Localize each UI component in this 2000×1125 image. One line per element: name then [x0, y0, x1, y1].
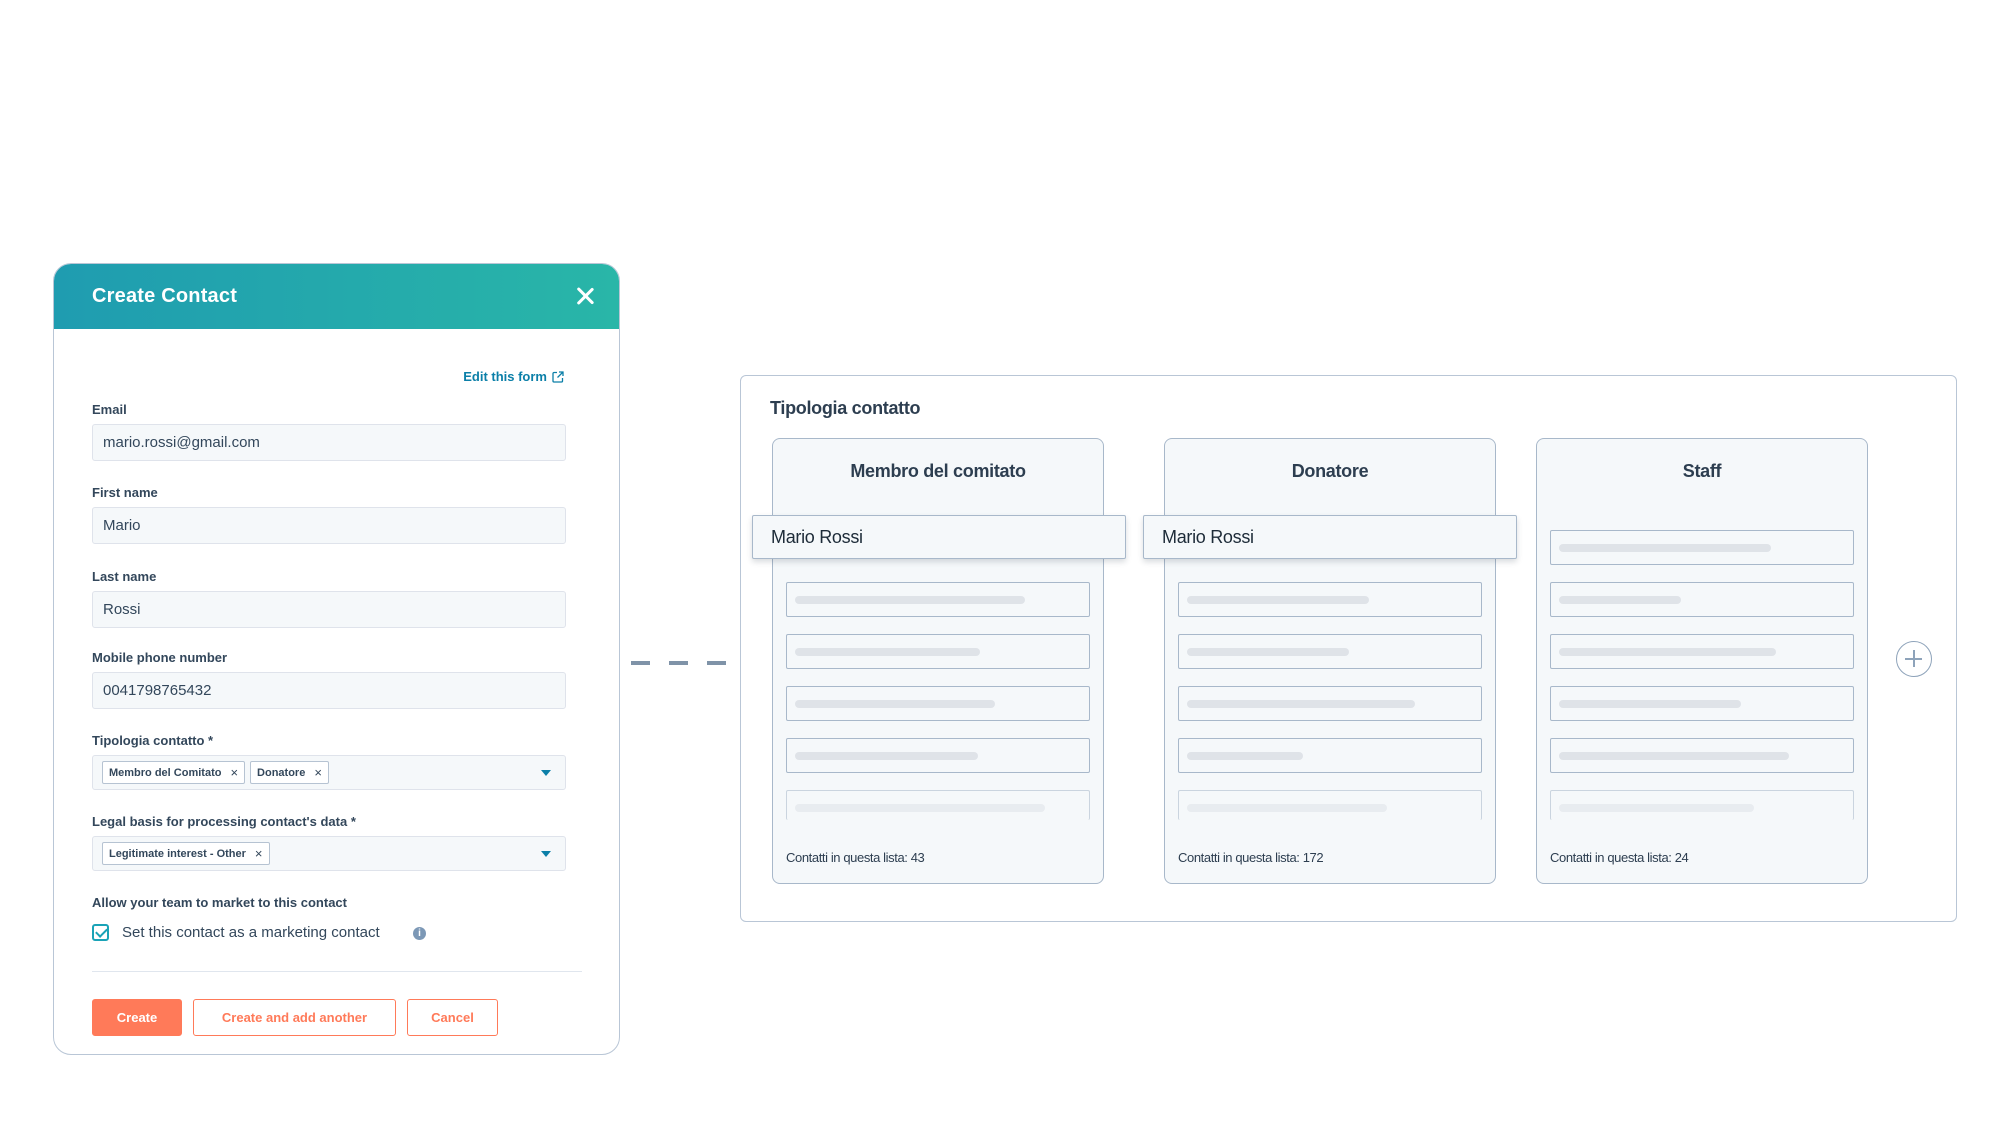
- remove-tag-icon[interactable]: ×: [314, 766, 322, 779]
- placeholder-card[interactable]: [1550, 530, 1854, 565]
- email-label: Email: [92, 402, 127, 417]
- legal-basis-label: Legal basis for processing contact's dat…: [92, 814, 356, 829]
- placeholder-card[interactable]: [786, 582, 1090, 617]
- column-title: Donatore: [1291, 461, 1369, 481]
- placeholder-card[interactable]: [786, 634, 1090, 669]
- modal-header: Create Contact: [54, 264, 619, 329]
- column-title: Membro del comitato: [850, 461, 1026, 481]
- placeholder-card[interactable]: [1550, 686, 1854, 721]
- marketing-label: Allow your team to market to this contac…: [92, 895, 347, 910]
- email-field[interactable]: mario.rossi@gmail.com: [92, 424, 566, 461]
- tag-donatore: Donatore ×: [250, 761, 329, 784]
- close-icon[interactable]: [571, 282, 599, 310]
- pipeline-column: Membro del comitato Contatti in questa l…: [772, 438, 1104, 884]
- marketing-checkbox[interactable]: [92, 924, 109, 941]
- dashed-connector: [621, 661, 741, 665]
- placeholder-card[interactable]: [786, 790, 1090, 820]
- pipeline-title: Tipologia contatto: [770, 398, 921, 418]
- external-link-icon: [552, 370, 564, 383]
- placeholder-card[interactable]: [1550, 790, 1854, 820]
- tipologia-select[interactable]: Membro del Comitato × Donatore ×: [92, 755, 566, 790]
- tag-legitimate-interest: Legitimate interest - Other ×: [102, 842, 270, 865]
- legal-basis-select[interactable]: Legitimate interest - Other ×: [92, 836, 566, 871]
- create-button[interactable]: Create: [92, 999, 182, 1036]
- edit-form-label: Edit this form: [463, 369, 547, 384]
- last-name-field[interactable]: Rossi: [92, 591, 566, 628]
- placeholder-card[interactable]: [1550, 582, 1854, 617]
- tag-label: Donatore: [257, 766, 306, 779]
- phone-field[interactable]: 0041798765432: [92, 672, 566, 709]
- tag-membro: Membro del Comitato ×: [102, 761, 246, 784]
- contact-card-mario-rossi[interactable]: Mario Rossi: [752, 515, 1126, 559]
- create-contact-modal: Create Contact Edit this form Email mari…: [53, 263, 620, 1055]
- pipeline-panel: Tipologia contatto Membro del comitato C…: [740, 375, 1957, 922]
- pipeline-column: Staff Contatti in questa lista: 24: [1536, 438, 1868, 884]
- first-name-label: First name: [92, 485, 158, 500]
- placeholder-card[interactable]: [786, 738, 1090, 773]
- chevron-down-icon[interactable]: [541, 770, 551, 776]
- chevron-down-icon[interactable]: [541, 851, 551, 857]
- column-count: Contatti in questa lista: 172: [1178, 850, 1324, 865]
- phone-label: Mobile phone number: [92, 650, 228, 665]
- modal-title: Create Contact: [92, 285, 238, 307]
- tag-label: Legitimate interest - Other: [109, 847, 246, 860]
- placeholder-card[interactable]: [1178, 686, 1482, 721]
- last-name-label: Last name: [92, 569, 157, 584]
- divider: [92, 971, 582, 972]
- placeholder-card[interactable]: [1178, 582, 1482, 617]
- remove-tag-icon[interactable]: ×: [230, 766, 238, 779]
- placeholder-card[interactable]: [1550, 634, 1854, 669]
- remove-tag-icon[interactable]: ×: [255, 847, 263, 860]
- create-and-add-another-button[interactable]: Create and add another: [193, 999, 396, 1036]
- tag-label: Membro del Comitato: [109, 766, 222, 779]
- placeholder-card[interactable]: [1178, 634, 1482, 669]
- column-count: Contatti in questa lista: 24: [1550, 850, 1689, 865]
- pipeline-column: Donatore Contatti in questa lista: 172: [1164, 438, 1496, 884]
- add-column-icon[interactable]: [1896, 641, 1932, 677]
- column-count: Contatti in questa lista: 43: [786, 850, 925, 865]
- column-title: Staff: [1682, 461, 1722, 481]
- tipologia-label: Tipologia contatto *: [92, 733, 214, 748]
- placeholder-card[interactable]: [1178, 738, 1482, 773]
- marketing-checkbox-label: Set this contact as a marketing contact: [122, 924, 380, 941]
- first-name-field[interactable]: Mario: [92, 507, 566, 544]
- edit-form-link[interactable]: Edit this form: [463, 369, 564, 384]
- placeholder-card[interactable]: [786, 686, 1090, 721]
- cancel-button[interactable]: Cancel: [407, 999, 498, 1036]
- info-icon[interactable]: i: [413, 927, 426, 940]
- placeholder-card[interactable]: [1178, 790, 1482, 820]
- contact-card-mario-rossi[interactable]: Mario Rossi: [1143, 515, 1517, 559]
- placeholder-card[interactable]: [1550, 738, 1854, 773]
